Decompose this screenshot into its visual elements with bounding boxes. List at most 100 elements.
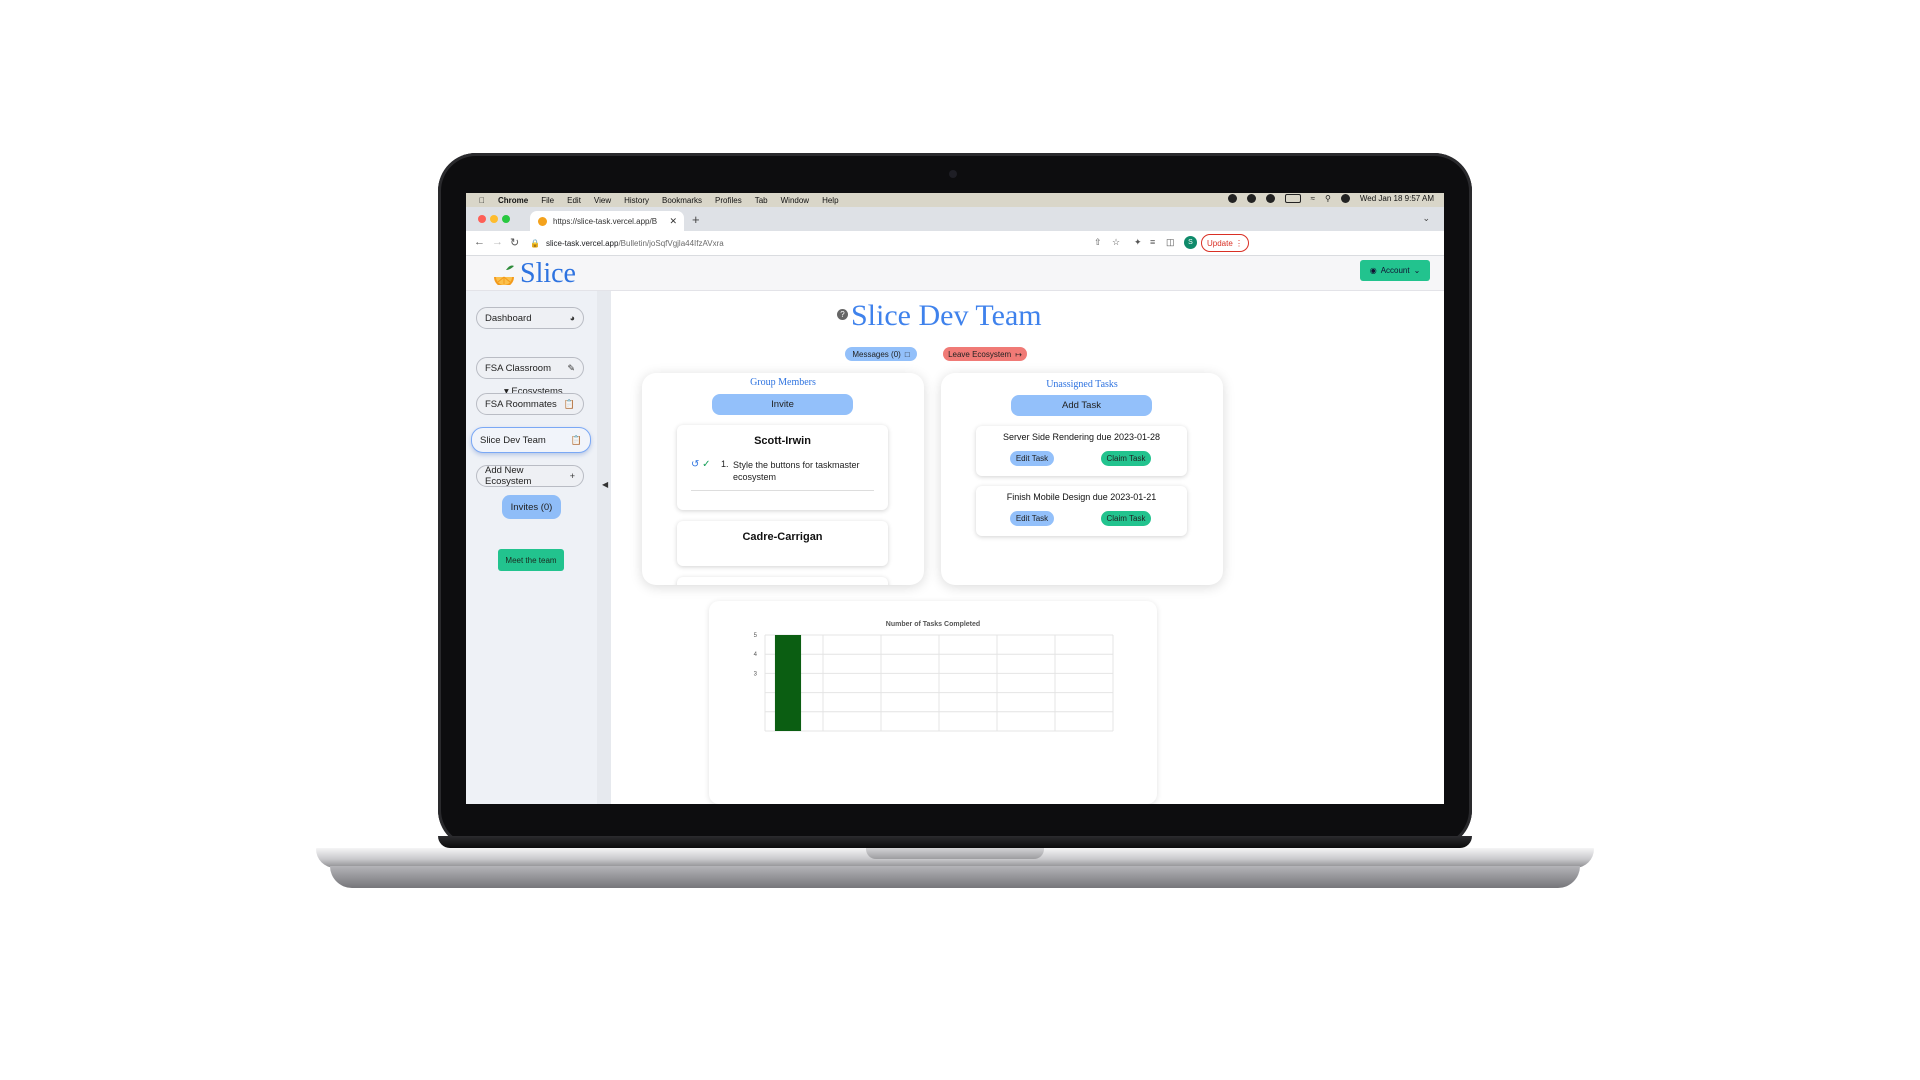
edit-task-button[interactable]: Edit Task [1010,511,1054,526]
browser-toolbar: ← → ↻ 🔒 slice-task.vercel.app/Bulletin/j… [466,231,1444,256]
tasks-completed-chart: 5 4 3 [754,633,1114,732]
back-icon[interactable]: ← [474,236,485,248]
menu-tab[interactable]: Tab [755,196,768,205]
sidebar-item-label: FSA Classroom [485,362,551,374]
task-number: 1. [721,459,729,469]
profile-avatar[interactable]: S [1184,236,1197,249]
reload-icon[interactable]: ↻ [510,236,519,249]
sidebar-item-slice-dev-team[interactable]: Slice Dev Team 📋 [471,427,591,453]
account-label: Account [1380,266,1410,275]
extensions-icon[interactable]: ✦ [1134,237,1142,248]
invites-button[interactable]: Invites (0) [502,495,561,519]
status-icon[interactable] [1265,194,1275,203]
y-tick-label: 3 [754,671,758,677]
sidebar-item-fsa-roommates[interactable]: FSA Roommates 📋 [476,393,584,415]
battery-icon[interactable] [1284,194,1301,203]
menu-profiles[interactable]: Profiles [715,196,742,205]
add-task-button[interactable]: Add Task [1011,395,1152,416]
claim-task-button[interactable]: Claim Task [1101,451,1151,466]
browser-tab-bar: https://slice-task.vercel.app/B ✕ + ⌄ [466,207,1444,231]
member-card: Scott-Irwin ↺ ✓ 1. Style the buttons for… [677,425,888,510]
plus-icon: + [569,471,575,481]
leave-label: Leave Ecosystem [948,349,1012,359]
member-name: Scott-Irwin [754,435,811,447]
bookmark-star-icon[interactable]: ☆ [1112,237,1120,248]
member-card: Cadre-Carrigan [677,521,888,566]
help-icon[interactable]: ? [837,309,848,320]
orange-slice-logo-icon[interactable] [492,261,516,285]
menu-chrome[interactable]: Chrome [498,196,528,205]
invite-button[interactable]: Invite [712,394,853,415]
menu-edit[interactable]: Edit [567,196,581,205]
address-bar[interactable]: 🔒 slice-task.vercel.app/Bulletin/joSqfVg… [530,235,1170,251]
menu-file[interactable]: File [541,196,554,205]
clock[interactable]: Wed Jan 18 9:57 AM [1360,194,1434,203]
sidebar-item-fsa-classroom[interactable]: FSA Classroom ✎ [476,357,584,379]
wifi-icon[interactable]: ≈ [1311,194,1315,203]
tab-search-icon[interactable]: ⌄ [1422,213,1430,224]
leave-ecosystem-button[interactable]: Leave Ecosystem ↦ [943,347,1027,361]
reading-list-icon[interactable]: ≡ [1150,237,1155,247]
edit-task-button[interactable]: Edit Task [1010,451,1054,466]
laptop-notch [866,848,1044,859]
menu-view[interactable]: View [594,196,611,205]
tab-close-icon[interactable]: ✕ [669,216,677,227]
menu-history[interactable]: History [624,196,649,205]
new-tab-icon[interactable]: + [692,212,700,227]
sidebar-item-label: Dashboard [485,312,532,324]
panel-title: Group Members [750,377,816,388]
member-name: Cadre-Carrigan [742,531,823,543]
group-members-panel: Group Members Invite Scott-Irwin ↺ ✓ 1. … [642,373,924,585]
tab-title: https://slice-task.vercel.app/B [553,216,658,226]
claim-task-button[interactable]: Claim Task [1101,511,1151,526]
check-icon[interactable]: ✓ [702,459,710,470]
app-logo-text[interactable]: Slice [520,258,576,290]
user-icon: ◉ [1369,266,1377,275]
sidebar-edge [597,291,611,804]
update-label: Update [1206,238,1233,248]
side-panel-icon[interactable]: ◫ [1166,237,1175,248]
meet-the-team-button[interactable]: Meet the team [498,549,564,571]
chart-card: Number of Tasks Completed 543 [709,601,1157,804]
laptop-base-bottom [330,866,1580,888]
macos-menu-bar:  Chrome File Edit View History Bookmark… [466,193,1444,207]
task-title: Finish Mobile Design due 2023-01-21 [1006,492,1157,502]
messages-button[interactable]: Messages (0) □ [845,347,917,361]
control-center-icon[interactable] [1340,194,1350,203]
add-new-ecosystem-button[interactable]: Add New Ecosystem + [476,465,584,487]
menu-window[interactable]: Window [781,196,809,205]
search-icon[interactable]: ⚲ [1325,194,1331,203]
task-card: Server Side Rendering due 2023-01-28 Edi… [976,426,1187,476]
status-icon[interactable] [1246,194,1256,203]
forward-icon[interactable]: → [492,236,503,248]
menu-bookmarks[interactable]: Bookmarks [662,196,702,205]
maximize-window-icon[interactable] [502,215,510,223]
browser-tab[interactable]: https://slice-task.vercel.app/B ✕ [530,211,684,231]
undo-icon[interactable]: ↺ [691,459,699,470]
update-button[interactable]: Update ⋮ [1201,234,1249,252]
screen:  Chrome File Edit View History Bookmark… [466,193,1444,804]
status-icon[interactable] [1227,194,1237,203]
menu-help[interactable]: Help [822,196,838,205]
user-edit-icon: ✎ [567,362,575,373]
close-window-icon[interactable] [478,215,486,223]
chart-bar[interactable] [774,635,802,731]
chat-icon: □ [904,349,910,359]
status-area: ≈ ⚲ Wed Jan 18 9:57 AM [1227,194,1434,203]
clipboard-icon: 📋 [563,398,575,409]
exit-icon: ↦ [1015,349,1022,359]
member-task: ↺ ✓ 1. Style the buttons for taskmaster … [691,459,876,483]
sidebar-item-dashboard[interactable]: Dashboard ◕ [476,307,584,329]
url-domain: slice-task.vercel.app [545,238,619,248]
sidebar-item-label: FSA Roommates [485,398,557,410]
account-button[interactable]: ◉ Account ⌄ [1360,260,1430,281]
minimize-window-icon[interactable] [490,215,498,223]
apple-menu-icon[interactable]:  [479,196,485,205]
camera [949,170,957,178]
y-tick-label: 4 [754,652,758,658]
collapse-sidebar-icon[interactable]: ◀ [602,480,608,489]
sidebar: Dashboard ◕ ▾ Ecosystems FSA Classroom ✎… [466,291,606,804]
task-title: Server Side Rendering due 2023-01-28 [1002,432,1161,442]
share-icon[interactable]: ⇧ [1094,237,1102,248]
messages-label: Messages (0) [852,349,901,359]
